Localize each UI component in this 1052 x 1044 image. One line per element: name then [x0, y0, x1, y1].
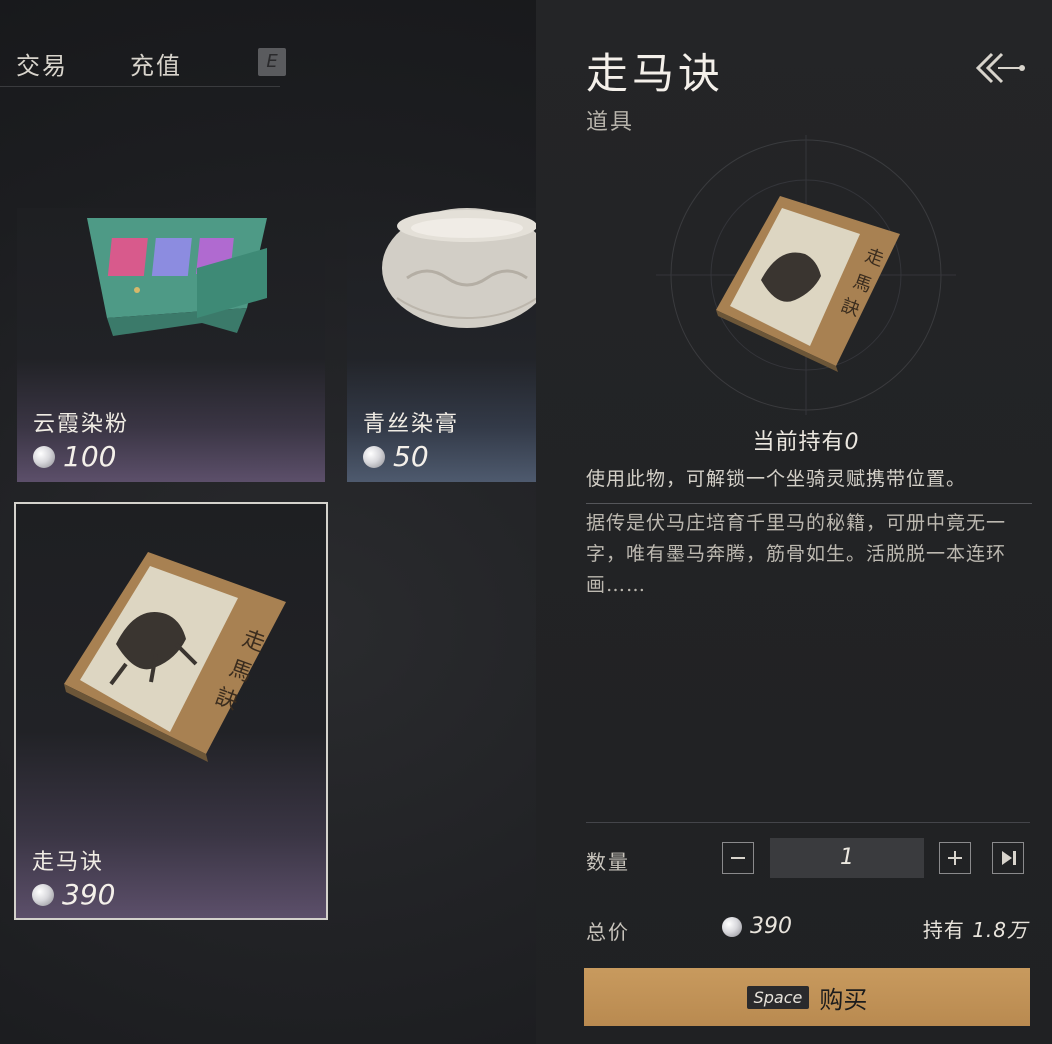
owned-count: 当前持有0	[536, 424, 1052, 456]
buy-label: 购买	[819, 985, 868, 1014]
space-key-hint: Space	[746, 985, 810, 1009]
shop-panel: 交易 充值 E 云霞染粉 100 青丝染膏 50 走 馬 訣 走马诀 390	[0, 0, 540, 1044]
holding-balance: 持有 1.8万	[923, 914, 1028, 943]
divider	[586, 822, 1030, 823]
description-short: 使用此物，可解锁一个坐骑灵赋携带位置。	[586, 464, 1032, 504]
max-icon[interactable]	[992, 842, 1024, 874]
plus-icon[interactable]	[939, 842, 971, 874]
key-hint-e: E	[258, 48, 286, 76]
item-price-value: 50	[393, 440, 429, 473]
book-icon: 走 馬 訣	[64, 552, 286, 762]
item-card-qingsi[interactable]: 青丝染膏 50	[347, 208, 536, 482]
item-name: 青丝染膏	[363, 412, 460, 437]
total-price: 390	[722, 914, 792, 939]
holding-value: 1.8万	[972, 918, 1028, 942]
item-card-yunxia[interactable]: 云霞染粉 100	[17, 208, 325, 482]
item-price-value: 390	[62, 878, 116, 911]
pearl-currency-icon	[33, 445, 55, 468]
item-card-zoumajue[interactable]: 走 馬 訣 走马诀 390	[14, 502, 328, 920]
owned-value: 0	[844, 430, 860, 455]
buy-button[interactable]: Space 购买	[584, 968, 1030, 1026]
quantity-input[interactable]: 1	[770, 838, 924, 878]
pearl-currency-icon	[363, 445, 385, 468]
back-arrow-icon[interactable]	[974, 48, 1030, 88]
total-price-value: 390	[750, 914, 792, 939]
total-label: 总价	[586, 920, 630, 944]
description-long: 据传是伏马庄培育千里马的秘籍，可册中竟无一字，唯有墨马奔腾，筋骨如生。活脱脱一本…	[586, 512, 1007, 596]
detail-title: 走马诀	[586, 49, 725, 98]
dye-box-image	[87, 218, 267, 336]
item-preview: 走 馬 訣	[656, 135, 956, 415]
item-name: 走马诀	[32, 850, 105, 875]
item-name: 云霞染粉	[33, 412, 130, 437]
quantity-label: 数量	[586, 850, 630, 874]
pearl-currency-icon	[32, 883, 54, 906]
detail-panel: 走马诀 道具 走 馬 訣 当前持有0 使用此物，可解锁一个坐骑灵赋携带位置。 据…	[536, 0, 1052, 1044]
tab-recharge[interactable]: 充值	[130, 46, 182, 81]
minus-icon[interactable]	[722, 842, 754, 874]
top-nav: 交易 充值	[0, 40, 280, 87]
detail-category: 道具	[586, 110, 635, 135]
item-price: 390	[32, 878, 115, 911]
item-price-value: 100	[63, 440, 117, 473]
item-price: 100	[33, 440, 116, 473]
item-price: 50	[363, 440, 429, 473]
owned-label: 当前持有	[752, 430, 845, 455]
holding-label: 持有	[922, 918, 965, 942]
pearl-currency-icon	[722, 916, 742, 937]
tab-trade[interactable]: 交易	[16, 46, 68, 81]
dye-jar-image	[382, 208, 536, 328]
